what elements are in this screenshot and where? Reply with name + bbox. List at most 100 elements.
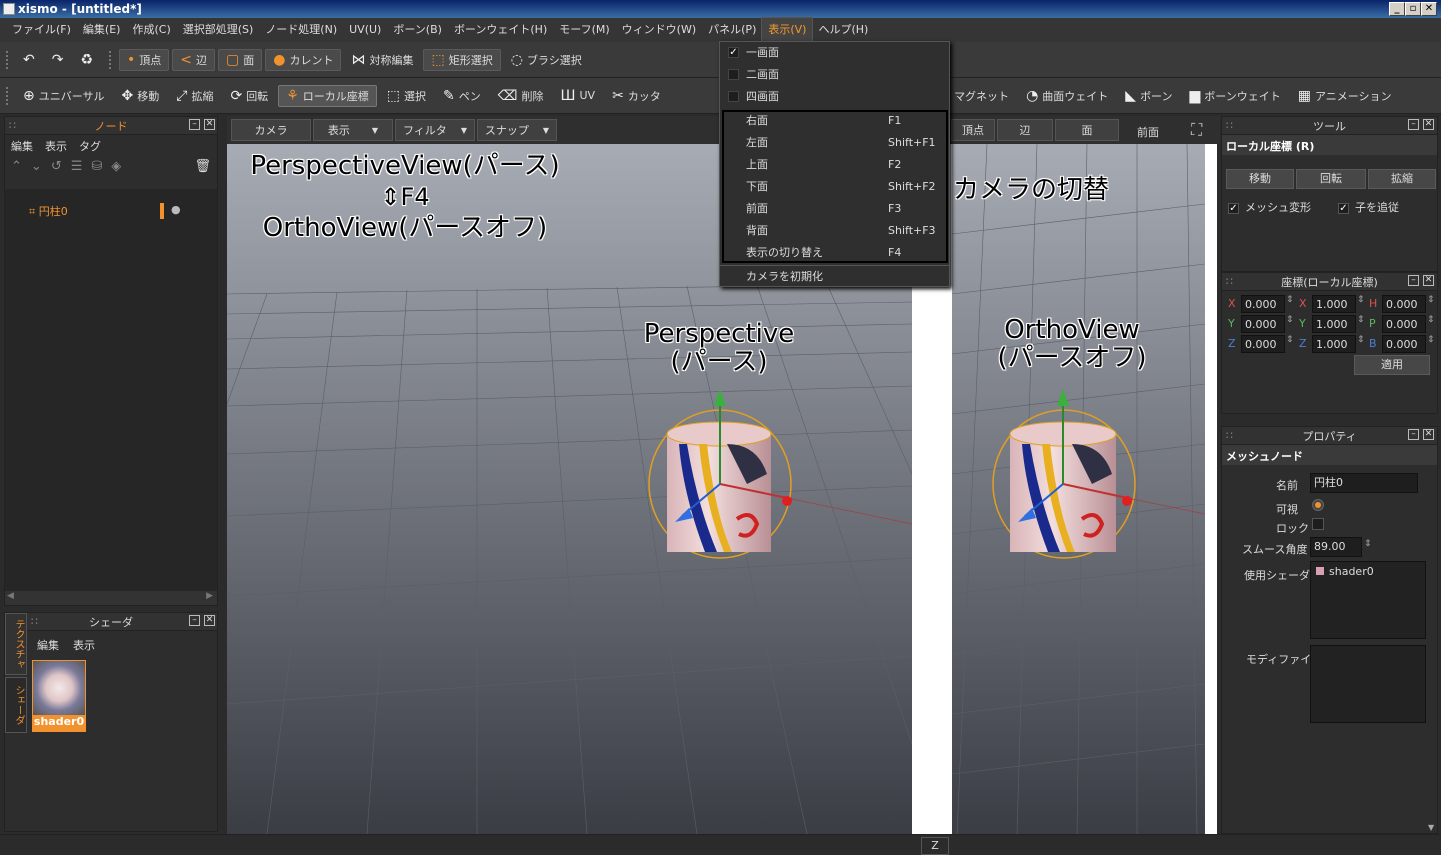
pos-y-field[interactable]: 0.000 bbox=[1241, 315, 1285, 333]
panel-close-button[interactable]: ✕ bbox=[204, 615, 215, 626]
menu-help[interactable]: ヘルプ(H) bbox=[812, 18, 874, 42]
toolbar-grip[interactable] bbox=[6, 50, 10, 69]
universal-button[interactable]: ⊕ ユニバーサル bbox=[16, 85, 112, 107]
redo-button[interactable]: ↷ bbox=[45, 49, 71, 71]
hierarchy-icon[interactable]: ☰ bbox=[71, 159, 83, 175]
menu-item-toggle-view[interactable]: 表示の切り替え F4 bbox=[720, 242, 949, 264]
add-node-icon[interactable]: ⛁ bbox=[91, 159, 102, 175]
rot-h-field[interactable]: 0.000 bbox=[1382, 295, 1426, 313]
node-menu-view[interactable]: 表示 bbox=[45, 138, 67, 153]
face-mode-button[interactable]: ▢ 面 bbox=[218, 48, 263, 71]
name-input[interactable]: 円柱0 bbox=[1310, 473, 1418, 493]
animation-button[interactable]: ▦ アニメーション bbox=[1291, 85, 1399, 107]
bone-button[interactable]: ◣ ボーン bbox=[1118, 85, 1179, 107]
camera-menu[interactable]: カメラ bbox=[231, 119, 311, 141]
panel-close-button[interactable]: ✕ bbox=[1423, 275, 1434, 286]
status-axis-z[interactable]: Z bbox=[921, 837, 949, 855]
local-coord-button[interactable]: ⚘ ローカル座標 bbox=[278, 84, 377, 107]
visible-dot-icon[interactable]: ● bbox=[171, 203, 181, 216]
menu-item-dual-view[interactable]: 二画面 bbox=[720, 64, 949, 86]
menu-item-reset-camera[interactable]: カメラを初期化 bbox=[720, 266, 949, 288]
menu-morph[interactable]: モーフ(M) bbox=[553, 18, 615, 42]
tab-texture[interactable]: テクスチャ bbox=[5, 613, 27, 675]
branch-icon[interactable]: ↺ bbox=[51, 159, 62, 175]
panel-minimize-button[interactable]: – bbox=[1408, 429, 1419, 440]
smooth-angle-input[interactable]: 89.00 bbox=[1310, 537, 1362, 557]
spin-icon[interactable]: ⇕ bbox=[1427, 335, 1435, 345]
panel-close-button[interactable]: ✕ bbox=[204, 119, 215, 130]
spin-icon[interactable]: ⇕ bbox=[1286, 335, 1294, 345]
rect-select-button[interactable]: ⬚ 矩形選択 bbox=[423, 48, 501, 71]
menu-item-left-view[interactable]: 左面 Shift+F1 bbox=[720, 132, 949, 154]
panel-grip[interactable]: ∷ bbox=[1226, 119, 1233, 132]
face-toggle[interactable]: 面 bbox=[1055, 119, 1119, 141]
menu-bone-weight[interactable]: ボーンウェイト(H) bbox=[448, 18, 553, 42]
menu-node[interactable]: ノード処理(N) bbox=[259, 18, 343, 42]
spin-icon[interactable]: ⇕ bbox=[1286, 295, 1294, 305]
edge-mode-button[interactable]: < 辺 bbox=[172, 48, 216, 71]
move-button[interactable]: ✥ 移動 bbox=[115, 85, 167, 107]
menu-item-bottom-view[interactable]: 下面 Shift+F2 bbox=[720, 176, 949, 198]
close-button[interactable]: ✕ bbox=[1421, 2, 1437, 16]
mesh-deform-checkbox[interactable]: ✓ メッシュ変形 bbox=[1228, 199, 1311, 215]
toolbar-grip[interactable] bbox=[109, 50, 113, 69]
follow-child-checkbox[interactable]: ✓ 子を追従 bbox=[1338, 199, 1399, 215]
pos-x-field[interactable]: 0.000 bbox=[1241, 295, 1285, 313]
spin-icon[interactable]: ⇕ bbox=[1357, 315, 1365, 325]
panel-grip[interactable]: ∷ bbox=[31, 615, 38, 628]
shader-list[interactable]: shader0 bbox=[1310, 561, 1426, 639]
node-menu-edit[interactable]: 編集 bbox=[11, 138, 33, 153]
shader-list-item[interactable]: shader0 bbox=[1329, 565, 1374, 578]
shader-menu-edit[interactable]: 編集 bbox=[37, 637, 59, 653]
rot-p-field[interactable]: 0.000 bbox=[1382, 315, 1426, 333]
front-view-label[interactable]: 前面 bbox=[1137, 124, 1159, 140]
tool-move-button[interactable]: 移動 bbox=[1226, 169, 1294, 189]
menu-item-right-view[interactable]: 右面 F1 bbox=[720, 110, 949, 132]
panel-grip[interactable]: ∷ bbox=[1226, 275, 1233, 288]
node-hscroll[interactable]: ◀ ▶ bbox=[5, 591, 217, 605]
scroll-down-icon[interactable]: ▼ bbox=[1428, 823, 1434, 832]
select-button[interactable]: ⬚ 選択 bbox=[380, 85, 433, 107]
symmetry-edit-button[interactable]: ⋈ 対称編集 bbox=[344, 49, 420, 71]
viewport-3d[interactable]: PerspectiveView(パース) ⇕F4 OrthoView(パースオフ… bbox=[227, 144, 1205, 834]
tree-item-cylinder[interactable]: ⌗ 円柱0 ● bbox=[5, 189, 217, 219]
recycle-button[interactable]: ♻ bbox=[73, 49, 100, 71]
menu-selection[interactable]: 選択部処理(S) bbox=[177, 18, 260, 42]
spin-icon[interactable]: ⇕ bbox=[1357, 335, 1365, 345]
panel-minimize-button[interactable]: – bbox=[189, 119, 200, 130]
vertex-toggle[interactable]: 頂点 bbox=[951, 119, 995, 141]
spin-icon[interactable]: ⇕ bbox=[1364, 539, 1372, 549]
menu-edit[interactable]: 編集(E) bbox=[77, 18, 127, 42]
scale-button[interactable]: ⤢ 拡縮 bbox=[169, 85, 220, 107]
lock-checkbox[interactable] bbox=[1312, 518, 1324, 530]
edge-toggle[interactable]: 辺 bbox=[997, 119, 1053, 141]
spin-icon[interactable]: ⇕ bbox=[1357, 295, 1365, 305]
viewport-fit-icon[interactable]: ⛶ bbox=[1191, 120, 1202, 140]
menu-uv[interactable]: UV(U) bbox=[343, 18, 387, 42]
menu-item-quad-view[interactable]: 四画面 bbox=[720, 86, 949, 108]
spin-icon[interactable]: ⇕ bbox=[1286, 315, 1294, 325]
menu-item-top-view[interactable]: 上面 F2 bbox=[720, 154, 949, 176]
shader-menu-view[interactable]: 表示 bbox=[73, 637, 95, 653]
menu-bone[interactable]: ボーン(B) bbox=[387, 18, 448, 42]
toolbar-grip[interactable] bbox=[6, 86, 10, 105]
pos-z-field[interactable]: 0.000 bbox=[1241, 335, 1285, 353]
menu-create[interactable]: 作成(C) bbox=[126, 18, 176, 42]
delete-button[interactable]: ⌫ 削除 bbox=[491, 85, 551, 107]
node-menu-tag[interactable]: タグ bbox=[79, 138, 101, 153]
tool-scale-button[interactable]: 拡縮 bbox=[1368, 169, 1436, 189]
menu-file[interactable]: ファイル(F) bbox=[6, 18, 77, 42]
modifier-list[interactable] bbox=[1310, 645, 1426, 723]
tab-shader[interactable]: シェーダ bbox=[5, 677, 27, 733]
current-button[interactable]: ● カレント bbox=[265, 48, 342, 71]
maximize-button[interactable]: ▫ bbox=[1405, 2, 1421, 16]
panel-minimize-button[interactable]: – bbox=[1408, 119, 1419, 130]
shader-thumbnail[interactable]: shader0 bbox=[32, 660, 86, 732]
cube-icon[interactable]: ◈ bbox=[111, 159, 121, 175]
panel-close-button[interactable]: ✕ bbox=[1423, 429, 1434, 440]
spin-icon[interactable]: ⇕ bbox=[1427, 295, 1435, 305]
menu-item-single-view[interactable]: ✓ 一画面 bbox=[720, 42, 949, 64]
scale-z-field[interactable]: 1.000 bbox=[1312, 335, 1356, 353]
panel-minimize-button[interactable]: – bbox=[189, 615, 200, 626]
panel-close-button[interactable]: ✕ bbox=[1423, 119, 1434, 130]
